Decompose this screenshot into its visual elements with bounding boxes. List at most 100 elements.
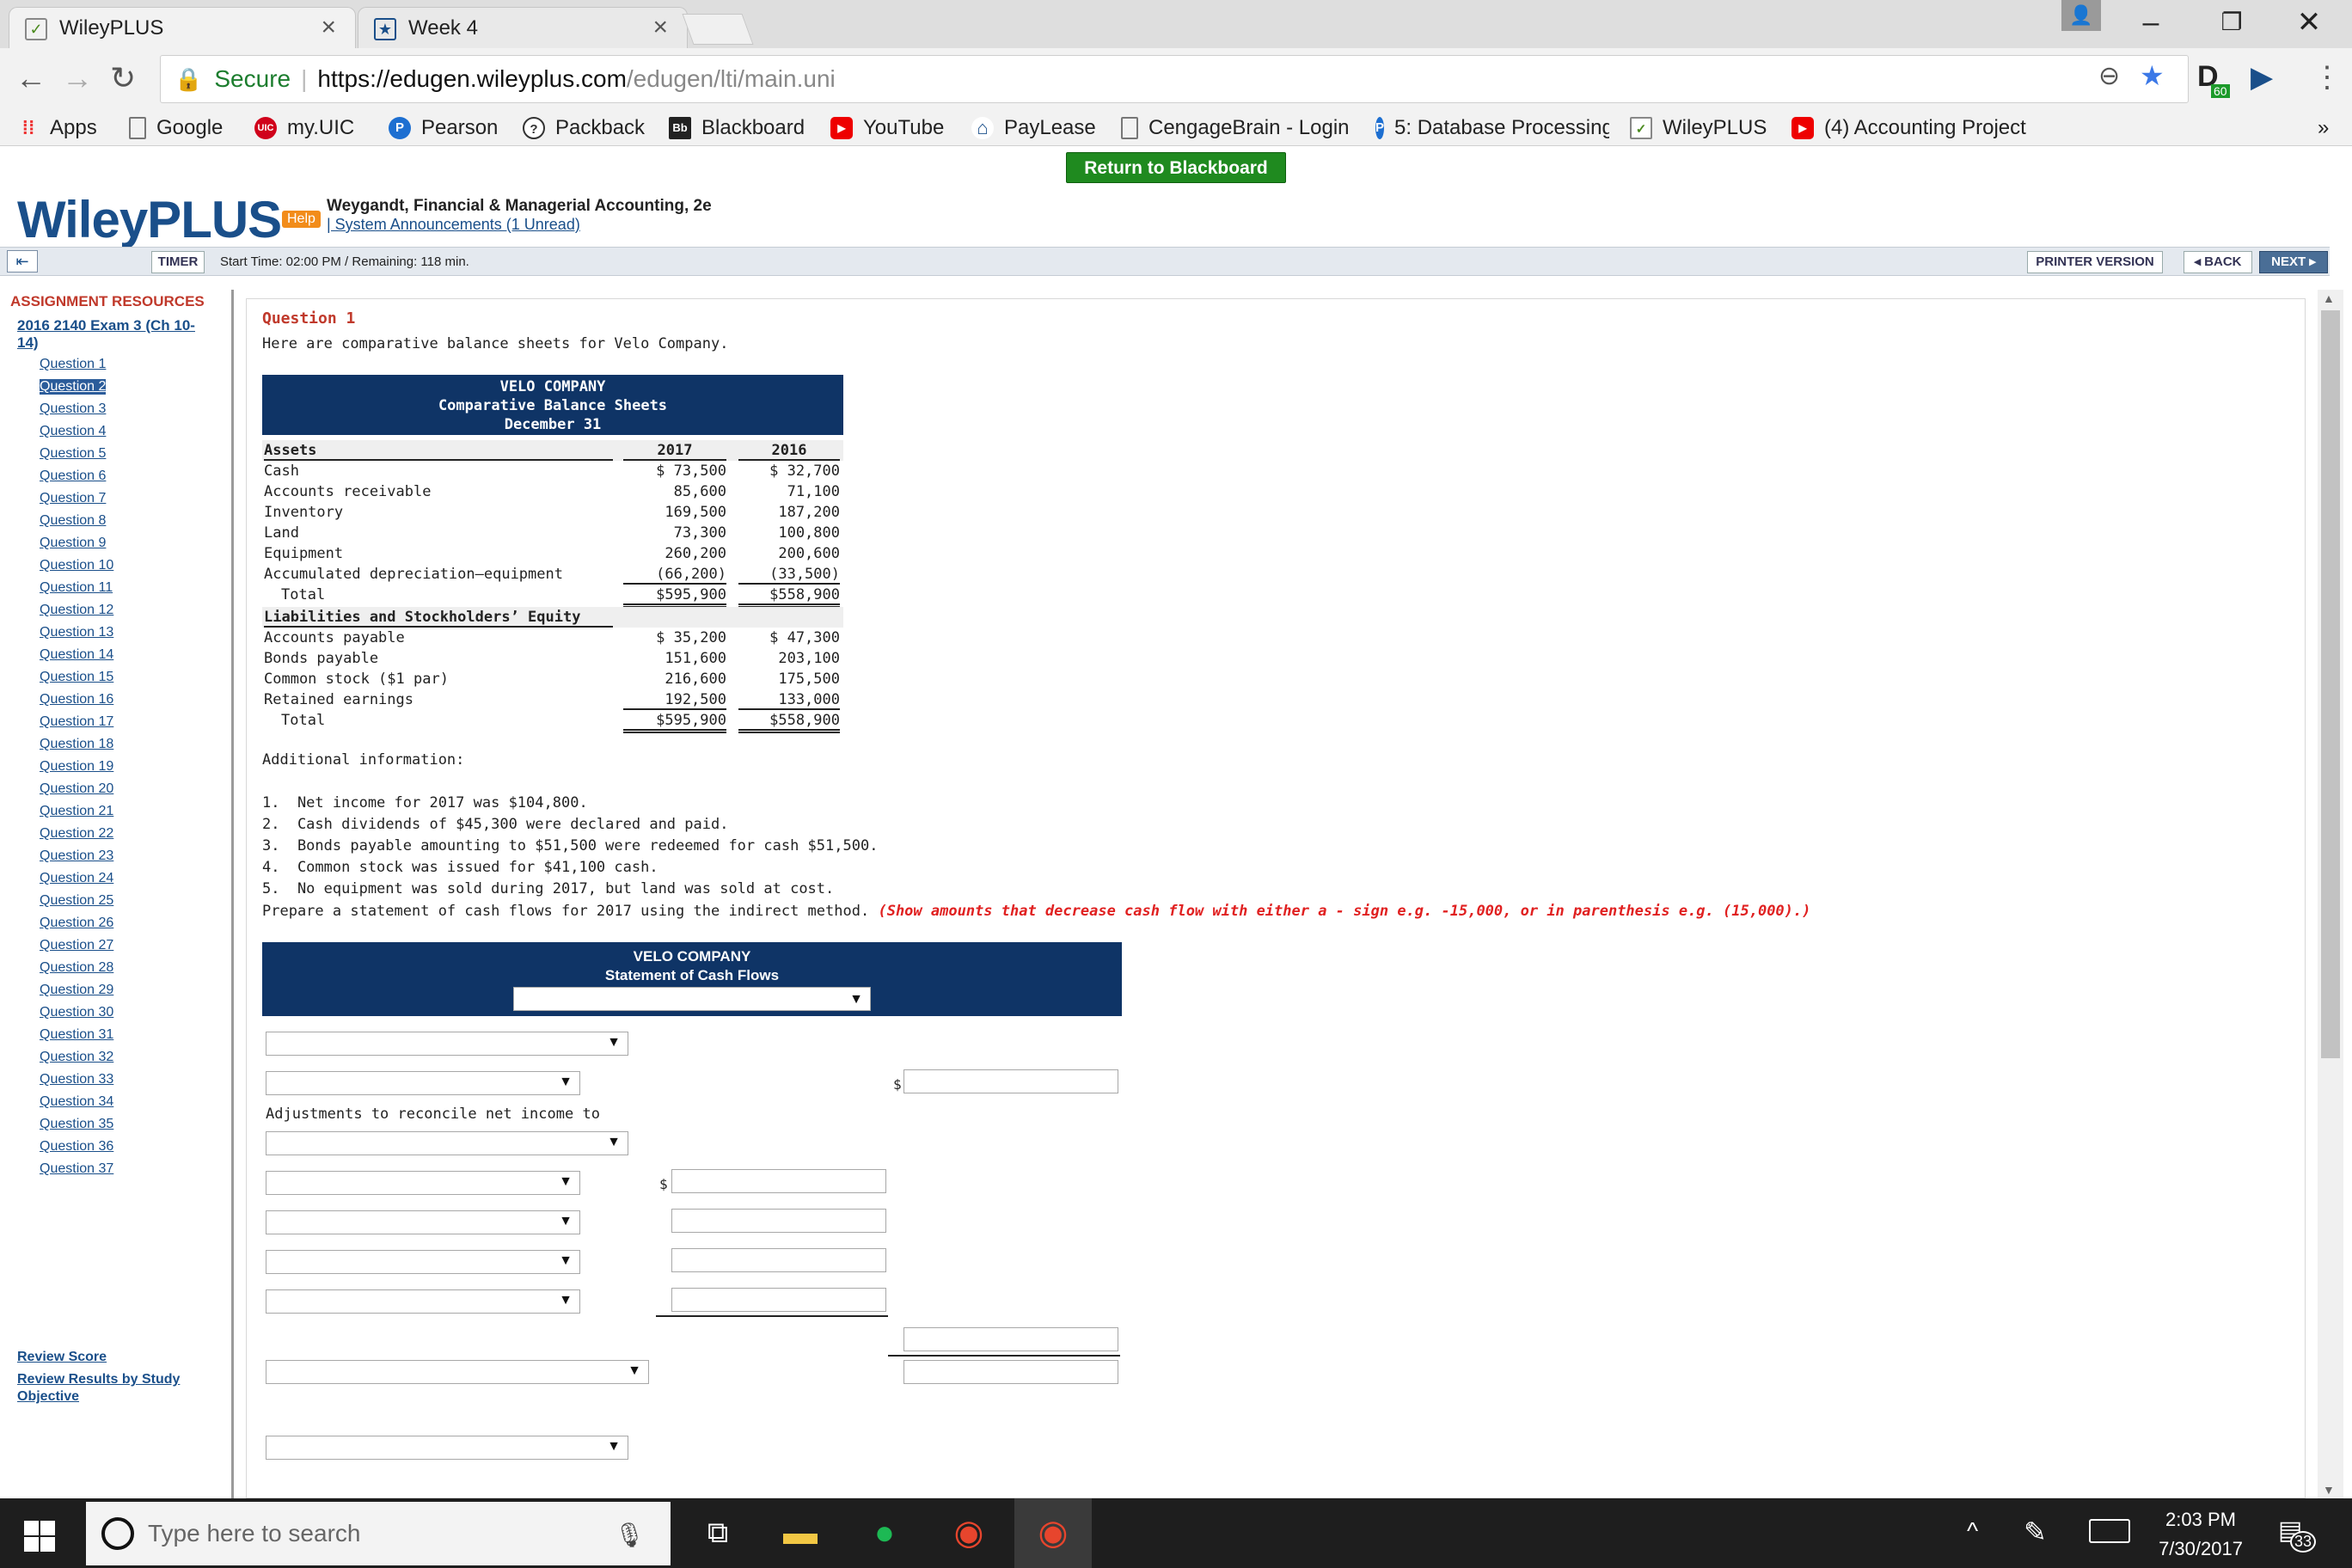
sidebar-question-link[interactable]: Question 1	[40, 357, 106, 372]
tray-chevron-up-icon[interactable]: ^	[1967, 1517, 1978, 1545]
review-score-link[interactable]: Review Score	[17, 1349, 224, 1366]
sidebar-question-link[interactable]: Question 27	[40, 938, 113, 953]
chrome-icon[interactable]: ◉	[930, 1498, 1008, 1568]
adjustment-amount-input-4[interactable]	[671, 1288, 886, 1312]
window-close-button[interactable]: ✕	[2275, 0, 2343, 45]
bookmark-star-icon[interactable]: ★	[2140, 59, 2165, 92]
scroll-down-icon[interactable]: ▼	[2323, 1483, 2335, 1497]
sidebar-question-link[interactable]: Question 9	[40, 536, 106, 551]
bookmark-wileyplus[interactable]: ✓ WileyPLUS	[1630, 113, 1767, 143]
sidebar-question-link[interactable]: Question 34	[40, 1094, 113, 1110]
sidebar-question-link[interactable]: Question 31	[40, 1027, 113, 1043]
keyboard-icon[interactable]	[2089, 1519, 2130, 1543]
bookmark-cengage[interactable]: CengageBrain - Login	[1121, 113, 1362, 143]
sidebar-question-link[interactable]: Question 5	[40, 446, 106, 462]
sidebar-question-link[interactable]: Question 35	[40, 1117, 113, 1132]
period-dropdown[interactable]: ▼	[513, 987, 871, 1011]
sidebar-question-link[interactable]: Question 6	[40, 469, 106, 484]
sidebar-question-link[interactable]: Question 19	[40, 759, 113, 775]
notifications-icon[interactable]: ▤ 33	[2278, 1516, 2317, 1553]
next-button[interactable]: NEXT ▸	[2259, 251, 2328, 273]
play-extension-icon[interactable]: ▶	[2251, 60, 2273, 95]
spotify-icon[interactable]: ●	[846, 1498, 923, 1568]
sidebar-question-link[interactable]: Question 22	[40, 826, 113, 842]
address-bar[interactable]: 🔒 Secure | https://edugen.wileyplus.com /…	[160, 55, 2189, 103]
sidebar-question-link[interactable]: Question 20	[40, 781, 113, 797]
bookmark-myuic[interactable]: UIC my.UIC	[254, 113, 354, 143]
page-scrollbar[interactable]: ▲ ▼	[2318, 290, 2343, 1498]
adjustment-amount-input-2[interactable]	[671, 1209, 886, 1233]
sidebar-question-link[interactable]: Question 32	[40, 1050, 113, 1065]
sidebar-question-link[interactable]: Question 13	[40, 625, 113, 640]
help-button[interactable]: Help	[282, 211, 321, 228]
sidebar-question-link[interactable]: Question 26	[40, 916, 113, 931]
restore-button[interactable]: ❐	[2197, 0, 2266, 45]
sidebar-question-link[interactable]: Question 8	[40, 513, 106, 529]
close-tab-icon[interactable]: ×	[321, 13, 336, 42]
sidebar-question-link[interactable]: Question 36	[40, 1139, 113, 1155]
sidebar-question-link[interactable]: Question 29	[40, 983, 113, 998]
bookmark-pearson[interactable]: P Pearson	[389, 113, 498, 143]
tab-wileyplus[interactable]: ✓ WileyPLUS ×	[9, 7, 356, 48]
system-announcements-link[interactable]: | System Announcements (1 Unread)	[327, 216, 580, 234]
bookmark-packback[interactable]: ? Packback	[523, 113, 645, 143]
net-cash-amount-input[interactable]	[903, 1360, 1118, 1384]
bookmark-accounting-project[interactable]: ▶ (4) Accounting Project	[1792, 113, 2034, 143]
new-tab-button[interactable]	[682, 14, 754, 45]
bookmark-apps[interactable]: ⁞⁞ Apps	[17, 113, 97, 143]
file-explorer-icon[interactable]: ▬	[762, 1498, 839, 1568]
back-button[interactable]: ◂ BACK	[2184, 251, 2252, 273]
scroll-up-icon[interactable]: ▲	[2323, 291, 2335, 305]
microphone-icon[interactable]: 🎙	[614, 1521, 645, 1549]
sidebar-toggle-icon[interactable]: ⇤	[7, 250, 38, 273]
return-to-blackboard-button[interactable]: Return to Blackboard	[1066, 152, 1286, 183]
more-bookmarks-chevron[interactable]: »	[2318, 113, 2329, 143]
sidebar-question-link[interactable]: Question 17	[40, 714, 113, 730]
sidebar-question-link[interactable]: Question 2	[40, 379, 107, 395]
adjustment-amount-input-1[interactable]	[671, 1169, 886, 1193]
adjustment-item-dropdown-4[interactable]: ▼	[266, 1289, 580, 1314]
net-income-dropdown[interactable]: ▼	[266, 1071, 580, 1095]
pen-icon[interactable]: ✎	[2024, 1516, 2047, 1548]
system-clock[interactable]: 2:03 PM 7/30/2017	[2149, 1505, 2252, 1564]
bookmark-google[interactable]: Google	[129, 113, 223, 143]
printer-version-button[interactable]: PRINTER VERSION	[2027, 251, 2163, 273]
adjustment-item-dropdown-3[interactable]: ▼	[266, 1250, 580, 1274]
sidebar-question-link[interactable]: Question 24	[40, 871, 113, 886]
profile-icon[interactable]: 👤	[2061, 0, 2101, 31]
taskbar-search-box[interactable]: Type here to search 🎙	[86, 1502, 671, 1565]
scrollbar-thumb[interactable]	[2321, 310, 2340, 1058]
assignment-link[interactable]: 2016 2140 Exam 3 (Ch 10-14)	[17, 317, 215, 352]
reload-icon[interactable]: ↻	[110, 60, 136, 96]
investing-section-dropdown[interactable]: ▼	[266, 1436, 628, 1460]
sidebar-question-link[interactable]: Question 30	[40, 1005, 113, 1020]
adjustment-item-dropdown-1[interactable]: ▼	[266, 1171, 580, 1195]
zoom-icon[interactable]: ⊖	[2098, 61, 2120, 91]
sidebar-question-link[interactable]: Question 16	[40, 692, 113, 707]
adjustments-total-input[interactable]	[903, 1327, 1118, 1351]
sidebar-question-link[interactable]: Question 33	[40, 1072, 113, 1087]
sidebar-question-link[interactable]: Question 21	[40, 804, 113, 819]
sidebar-question-link[interactable]: Question 23	[40, 848, 113, 864]
adjustment-amount-input-3[interactable]	[671, 1248, 886, 1272]
sidebar-question-link[interactable]: Question 18	[40, 737, 113, 752]
sidebar-question-link[interactable]: Question 15	[40, 670, 113, 685]
adjustment-item-dropdown-2[interactable]: ▼	[266, 1210, 580, 1234]
adjustments-dropdown[interactable]: ▼	[266, 1131, 628, 1155]
sidebar-question-link[interactable]: Question 25	[40, 893, 113, 909]
close-tab-icon[interactable]: ×	[652, 13, 668, 42]
sidebar-question-link[interactable]: Question 10	[40, 558, 113, 573]
forward-arrow-icon[interactable]: →	[62, 60, 93, 96]
sidebar-question-link[interactable]: Question 14	[40, 647, 113, 663]
sidebar-question-link[interactable]: Question 37	[40, 1161, 113, 1177]
windows-start-icon[interactable]	[24, 1521, 55, 1552]
bookmark-blackboard[interactable]: Bb Blackboard	[669, 113, 805, 143]
sidebar-question-link[interactable]: Question 3	[40, 401, 106, 417]
sidebar-question-link[interactable]: Question 11	[40, 580, 113, 596]
section-dropdown[interactable]: ▼	[266, 1032, 628, 1056]
net-income-amount-input[interactable]	[903, 1069, 1118, 1093]
review-results-link[interactable]: Review Results by Study Objective	[17, 1371, 224, 1406]
sidebar-question-link[interactable]: Question 4	[40, 424, 106, 439]
bookmark-youtube[interactable]: ▶ YouTube	[830, 113, 944, 143]
timer-button[interactable]: TIMER	[151, 251, 205, 273]
